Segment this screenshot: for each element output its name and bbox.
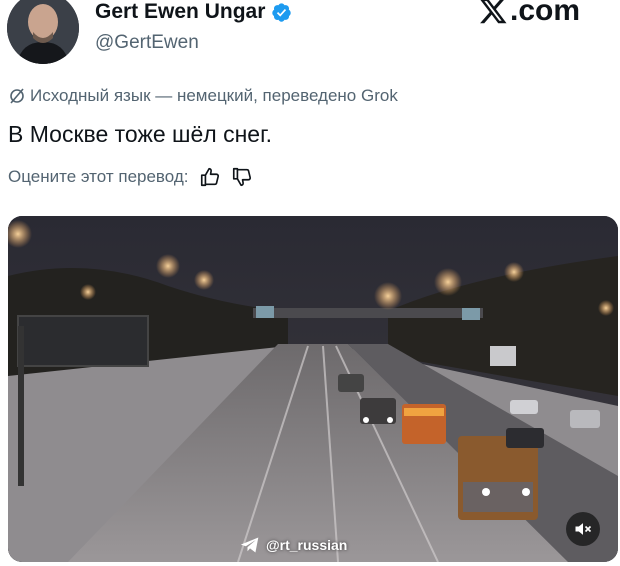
snowy-highway-scene (8, 216, 618, 562)
brand-domain-text: .com (510, 0, 581, 27)
translate-slash-icon (10, 88, 24, 104)
mute-button[interactable] (566, 512, 600, 546)
verified-badge-icon (272, 2, 292, 22)
x-brand-logo: .com (478, 0, 580, 28)
rate-translation-prompt: Оцените этот перевод: (8, 167, 189, 186)
thumbs-up-icon[interactable] (199, 166, 221, 188)
avatar-portrait-icon (7, 0, 79, 64)
author-avatar[interactable] (7, 0, 79, 64)
translation-notice-text: Исходный язык — немецкий, переведено Gro… (30, 86, 398, 105)
thumbs-down-icon[interactable] (231, 166, 253, 188)
rate-translation-row: Оцените этот перевод: (8, 166, 253, 188)
telegram-icon (240, 537, 259, 553)
video-watermark: @rt_russian (240, 536, 347, 554)
author-handle[interactable]: @GertEwen (95, 32, 199, 54)
x-logo-icon (480, 0, 507, 24)
author-display-name[interactable]: Gert Ewen Ungar (95, 0, 265, 24)
speaker-muted-icon (575, 523, 592, 535)
tweet-text: В Москве тоже шёл снег. (8, 121, 273, 147)
watermark-text: @rt_russian (266, 537, 348, 553)
author-name-row[interactable]: Gert Ewen Ungar (95, 0, 292, 24)
translation-notice: Исходный язык — немецкий, переведено Gro… (8, 86, 398, 106)
tweet-video[interactable]: @rt_russian (8, 216, 618, 562)
